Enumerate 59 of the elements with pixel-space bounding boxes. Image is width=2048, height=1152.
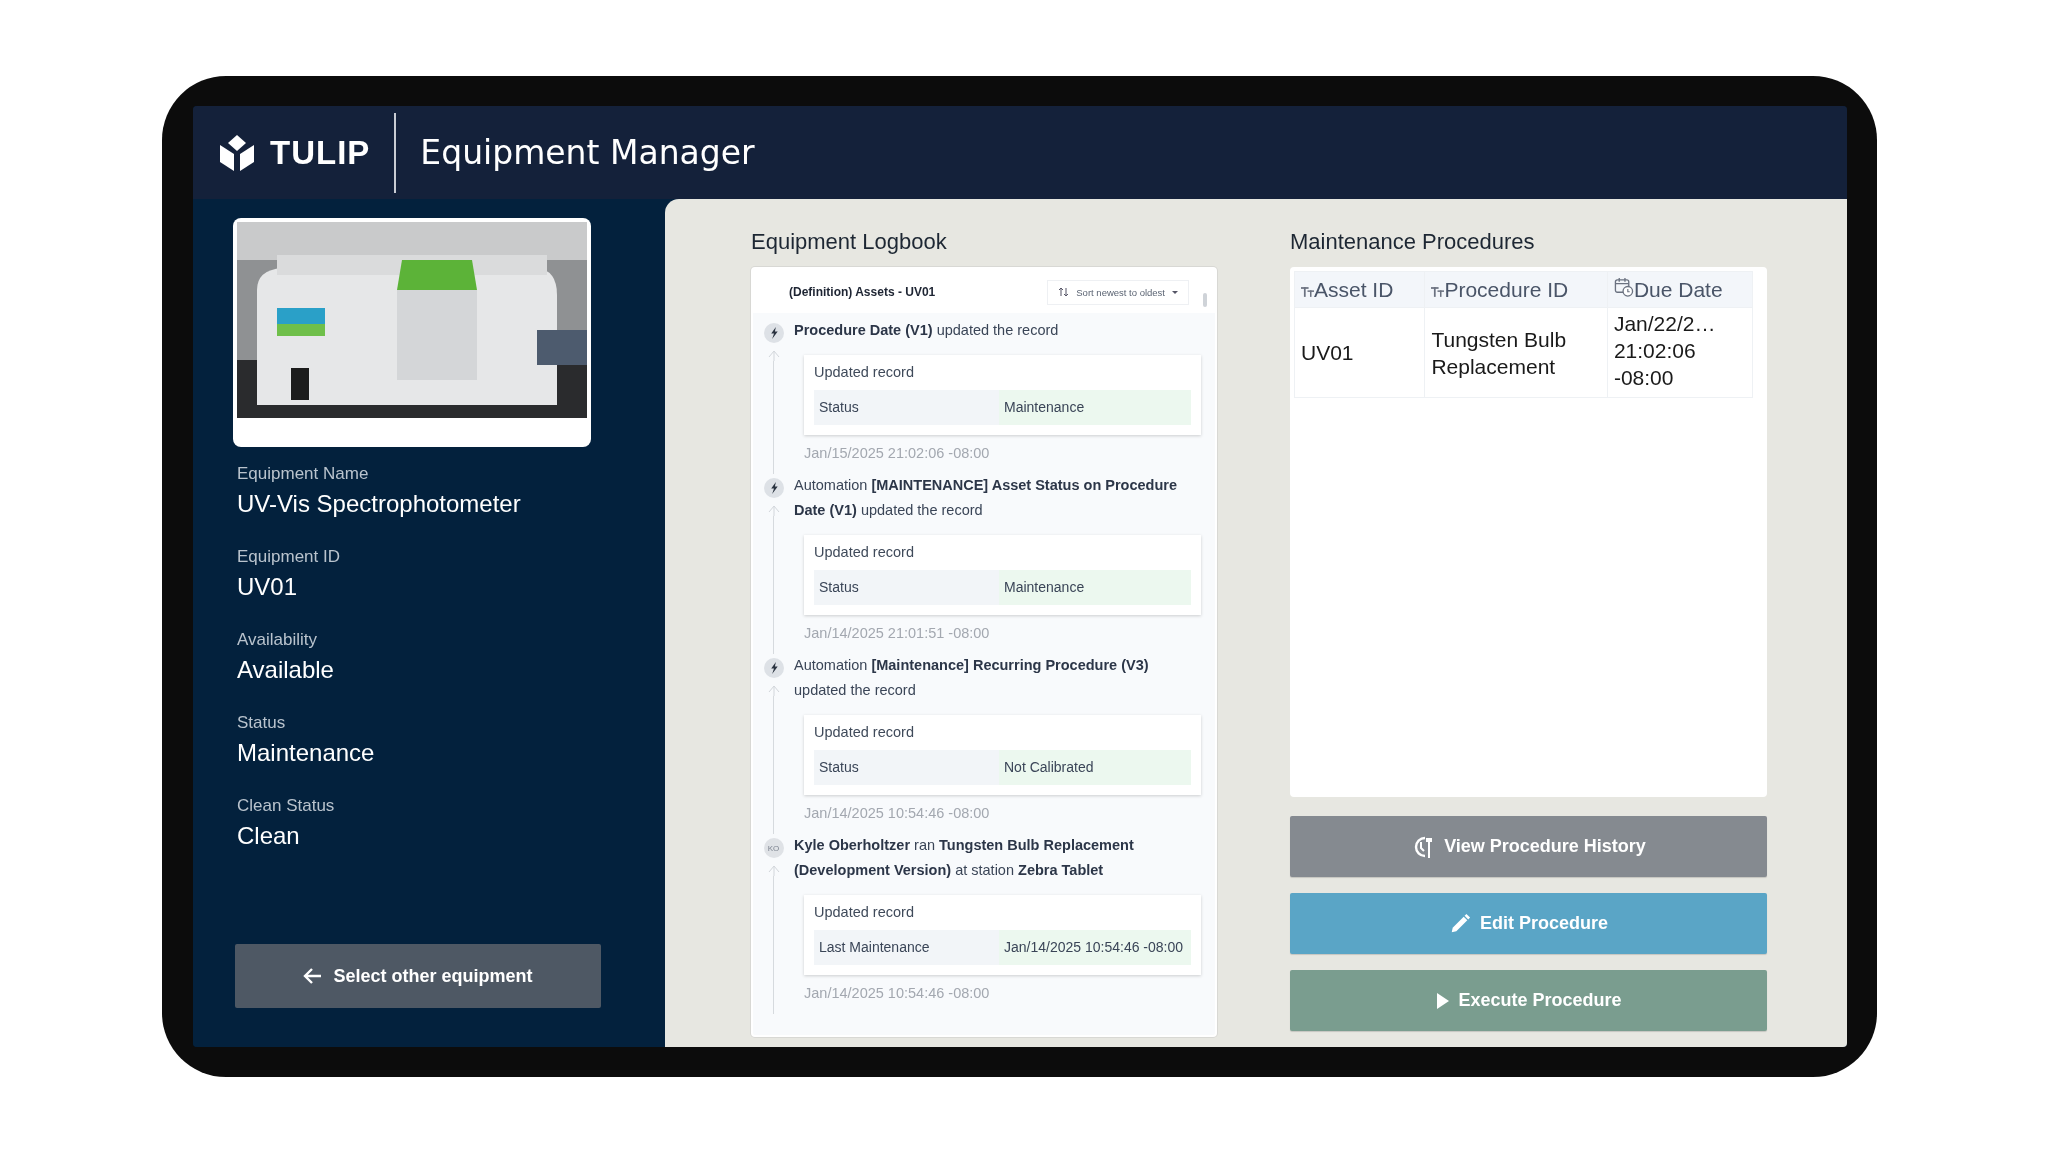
scrollbar-thumb[interactable] [1203,293,1207,307]
table-cell: UV01 [1294,307,1425,398]
record-title: (Definition) Assets - UV01 [789,285,936,299]
log-entry-text: Automation [MAINTENANCE] Asset Status on Procedure Date (V1) updated the record [794,476,1178,520]
table-cell: Jan/22/2… 21:02:06 -08:00 [1607,307,1753,398]
lightning-icon [763,478,784,498]
new-value-cell: Maintenance [999,390,1191,425]
timestamp: Jan/14/2025 10:54:46 -08:00 [804,985,991,1001]
field-value: Clean [237,822,301,850]
calendar-clock-icon [1613,277,1634,297]
column-header[interactable]: Asset ID [1294,271,1425,308]
record-card-title: Updated record [814,904,915,920]
field-name-cell: Status [814,750,999,785]
user-avatar: KO [763,838,784,858]
record-card-title: Updated record [814,724,915,740]
log-entry-text: Procedure Date (V1) updated the record [794,321,1060,340]
view-history-button[interactable]: View Procedure History [1290,816,1767,877]
select-equipment-button[interactable]: Select other equipment [235,944,601,1008]
sort-icon [1058,287,1070,297]
logo-text: TULIP [270,133,371,172]
timestamp: Jan/14/2025 10:54:46 -08:00 [804,805,991,821]
table-cell: Tungsten Bulb Replacement [1424,307,1608,398]
text-type-icon [1431,286,1445,297]
sort-label: Sort newest to oldest [1076,286,1165,298]
timestamp: Jan/15/2025 21:02:06 -08:00 [804,445,991,461]
field-value: UV-Vis Spectrophotometer [237,490,522,518]
field-label: Equipment ID [237,547,341,567]
field-label: Status [237,713,287,733]
sort-dropdown[interactable]: Sort newest to oldest [1047,279,1189,305]
new-value-cell: Not Calibrated [999,750,1191,785]
field-label: Clean Status [237,796,336,816]
pencil-icon [1449,912,1471,935]
field-value: Available [237,656,335,684]
field-value: UV01 [237,573,299,601]
log-entry-text: Automation [Maintenance] Recurring Procedure (V3) updated the record [794,656,1150,700]
field-name-cell: Status [814,390,999,425]
lightning-icon [763,323,784,343]
timestamp: Jan/14/2025 21:01:51 -08:00 [804,625,991,641]
new-value-cell: Maintenance [999,570,1191,605]
field-label: Equipment Name [237,464,370,484]
column-header[interactable]: Due Date [1607,271,1753,308]
record-card-title: Updated record [814,364,915,380]
field-name-cell: Status [814,570,999,605]
tulip-logo-icon [218,132,256,173]
app-title: Equipment Manager [420,133,755,172]
section-title: Equipment Logbook [751,229,948,255]
log-entry-text: Kyle Oberholtzer ran Tungsten Bulb Replacement (Development Version) at station Zebra Tablet [794,836,1135,880]
caret-icon [1172,290,1178,294]
field-label: Availability [237,630,318,650]
field-value: Maintenance [237,739,376,767]
field-name-cell: Last Maintenance [814,930,999,965]
play-icon [1435,991,1450,1010]
lightning-icon [763,658,784,678]
text-type-icon [1301,286,1314,297]
record-card-title: Updated record [814,544,915,560]
new-value-cell: Jan/14/2025 10:54:46 -08:00 [999,930,1191,965]
section-title: Maintenance Procedures [1290,229,1536,255]
column-header[interactable]: Procedure ID [1424,271,1608,308]
arrow-left-icon [303,966,324,986]
